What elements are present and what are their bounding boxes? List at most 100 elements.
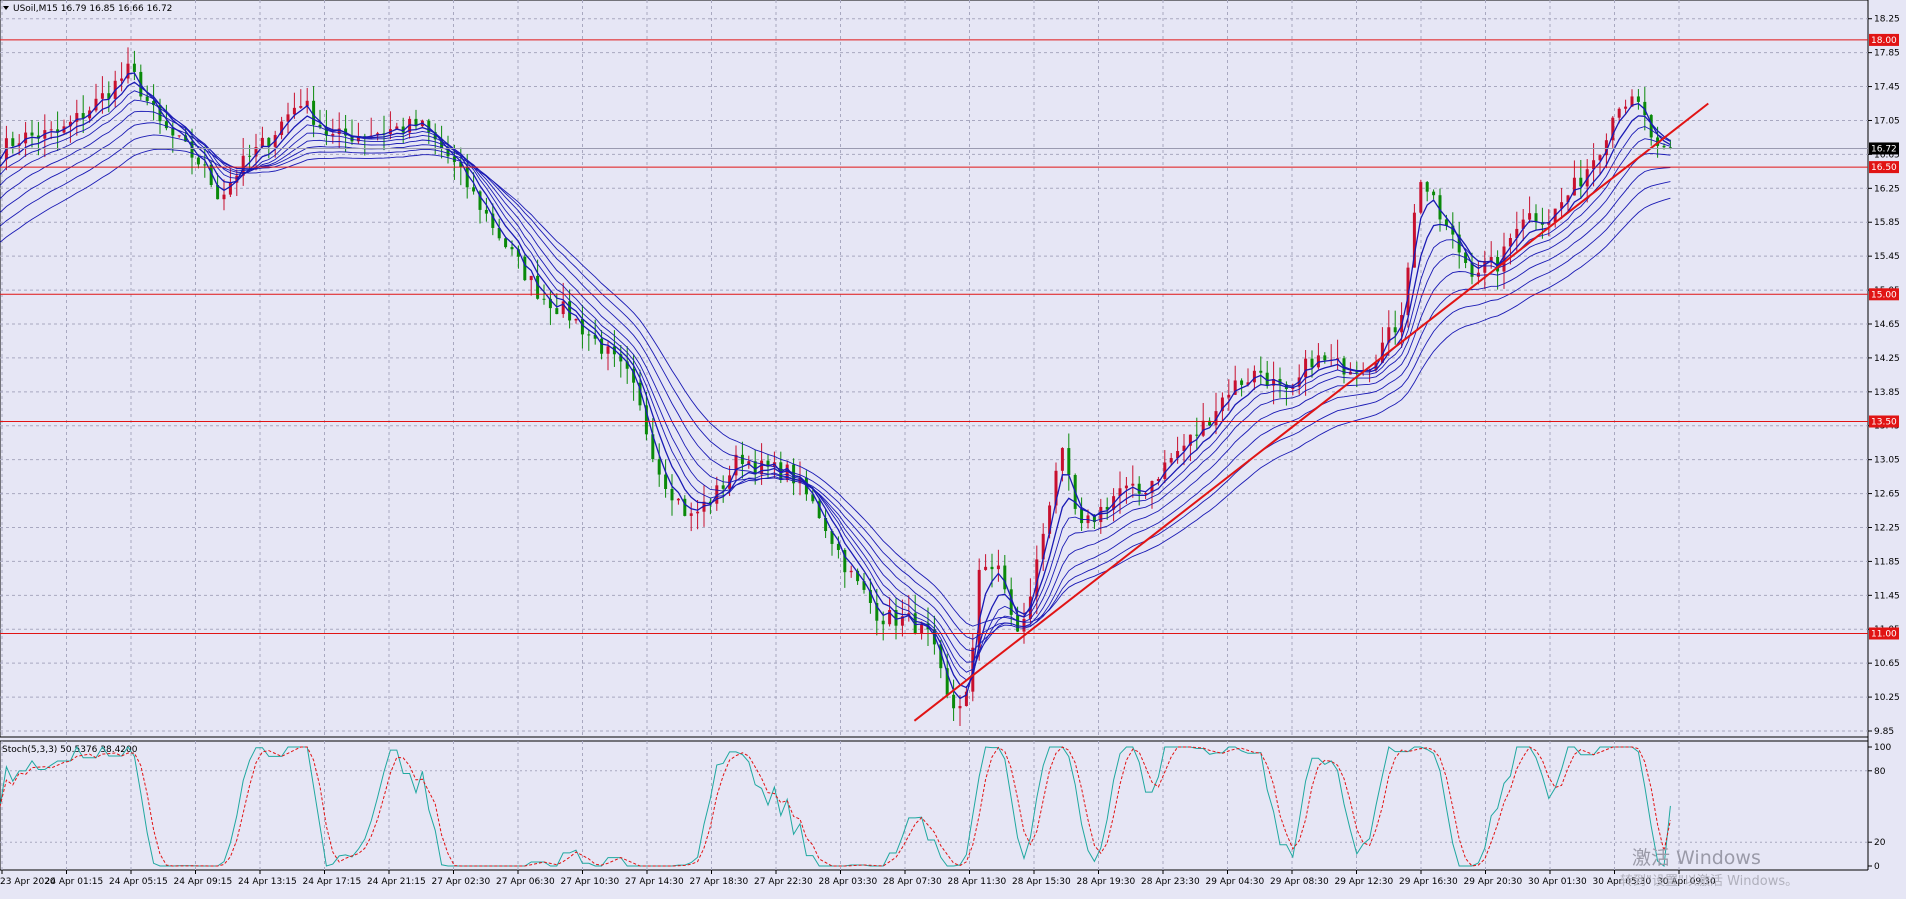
candle-body (331, 134, 335, 136)
candle-body (1131, 483, 1135, 486)
candle-body (1144, 493, 1148, 495)
candle-body (1240, 380, 1244, 385)
candle-body (1310, 358, 1314, 368)
candle-body (536, 275, 540, 299)
y-tick-label: 15.45 (1874, 252, 1900, 262)
candle-body (196, 157, 200, 165)
candle-body (990, 566, 994, 570)
candle-body (203, 164, 207, 166)
stochastic-panel[interactable] (0, 740, 1869, 871)
x-tick-label: 24 Apr 01:15 (45, 877, 104, 887)
candle-body (1227, 394, 1231, 398)
y-tick-label: 18.25 (1874, 15, 1900, 25)
candle-body (523, 256, 527, 281)
y-tick-label: 17.05 (1874, 116, 1900, 126)
y-tick-label: 10.65 (1874, 659, 1900, 669)
candle-body (1169, 458, 1173, 463)
trading-chart[interactable]: 18.25 17.85 17.45 17.05 16.65 16.25 15.85 15.45… (0, 0, 1906, 895)
candle-body (721, 485, 725, 489)
x-tick-label: 29 Apr 04:30 (1206, 877, 1265, 887)
candle-body (689, 513, 693, 516)
candle-body (881, 620, 885, 625)
candle-body (286, 114, 290, 122)
candle-body (996, 565, 1000, 570)
stoch-tick-label: 100 (1874, 743, 1891, 753)
candle-body (676, 498, 680, 501)
candle-body (484, 209, 488, 214)
candle-body (30, 132, 34, 136)
candle-body (1259, 370, 1263, 373)
candle-body (580, 318, 584, 335)
windows-activation-watermark: 激活 Windows (1632, 847, 1761, 869)
candle-body (260, 137, 264, 148)
candle-body (664, 474, 668, 489)
stoch-tick-label: 20 (1874, 838, 1886, 848)
candle-body (472, 187, 476, 192)
y-tick-label: 11.45 (1874, 591, 1900, 601)
candle-body (1323, 355, 1327, 361)
level-price-label: 13.50 (1871, 417, 1897, 427)
candle-body (529, 275, 533, 281)
candle-body (1662, 145, 1666, 148)
level-price-label: 15.00 (1871, 290, 1897, 300)
x-tick-label: 27 Apr 10:30 (561, 877, 620, 887)
candle-body (1483, 261, 1487, 273)
candle-body (1425, 182, 1429, 192)
level-price-label: 11.00 (1871, 629, 1897, 639)
y-tick-label: 14.25 (1874, 354, 1900, 364)
candle-body (696, 511, 700, 514)
candle-body (1201, 420, 1205, 436)
candle-body (1067, 448, 1071, 476)
candle-body (670, 488, 674, 501)
x-tick-label: 24 Apr 17:15 (303, 877, 362, 887)
candle-body (1528, 213, 1532, 220)
y-tick-label: 10.25 (1874, 693, 1900, 703)
x-tick-label: 27 Apr 06:30 (496, 877, 555, 887)
candle-body (760, 460, 764, 475)
x-tick-label: 28 Apr 07:30 (883, 877, 942, 887)
candle-body (606, 346, 610, 354)
stoch-tick-label: 0 (1874, 862, 1880, 872)
candle-body (228, 182, 232, 195)
candle-body (1419, 182, 1423, 213)
x-tick-label: 29 Apr 08:30 (1270, 877, 1329, 887)
y-tick-label: 14.65 (1874, 320, 1900, 330)
candle-body (292, 107, 296, 115)
x-tick-label: 28 Apr 23:30 (1141, 877, 1200, 887)
x-tick-label: 27 Apr 22:30 (754, 877, 813, 887)
x-tick-label: 29 Apr 16:30 (1399, 877, 1458, 887)
y-tick-label: 13.05 (1874, 456, 1900, 466)
y-tick-label: 11.85 (1874, 557, 1900, 567)
candle-body (299, 106, 303, 108)
candle-body (1617, 108, 1621, 118)
candle-body (740, 454, 744, 465)
candle-body (164, 121, 168, 129)
y-tick-label: 17.45 (1874, 83, 1900, 93)
candle-body (849, 570, 853, 573)
x-tick-label: 28 Apr 03:30 (819, 877, 878, 887)
x-tick-label: 28 Apr 19:30 (1077, 877, 1136, 887)
candle-body (555, 308, 559, 315)
candle-body (1534, 213, 1538, 223)
windows-activation-hint: 转到"设置"以激活 Windows。 (1620, 874, 1799, 889)
current-price-label: 16.72 (1871, 144, 1897, 154)
x-tick-label: 27 Apr 02:30 (432, 877, 491, 887)
x-tick-label: 24 Apr 05:15 (109, 877, 168, 887)
chart-canvas[interactable]: 18.2517.8517.4517.0516.6516.2515.8515.45… (0, 0, 1906, 895)
candle-body (145, 96, 149, 101)
candle-body (952, 694, 956, 709)
candle-body (100, 93, 104, 99)
candle-body (1060, 448, 1064, 471)
price-axis (1868, 0, 1906, 895)
candle-body (1195, 434, 1199, 436)
y-tick-label: 12.25 (1874, 523, 1900, 533)
candle-body (1636, 96, 1640, 102)
candle-body (1022, 618, 1026, 632)
candle-body (1080, 508, 1084, 524)
y-tick-label: 9.85 (1874, 727, 1894, 737)
candle-body (120, 78, 124, 81)
candle-body (1432, 191, 1436, 196)
candle-body (958, 706, 962, 709)
candle-body (1137, 483, 1141, 494)
x-tick-label: 29 Apr 20:30 (1464, 877, 1523, 887)
